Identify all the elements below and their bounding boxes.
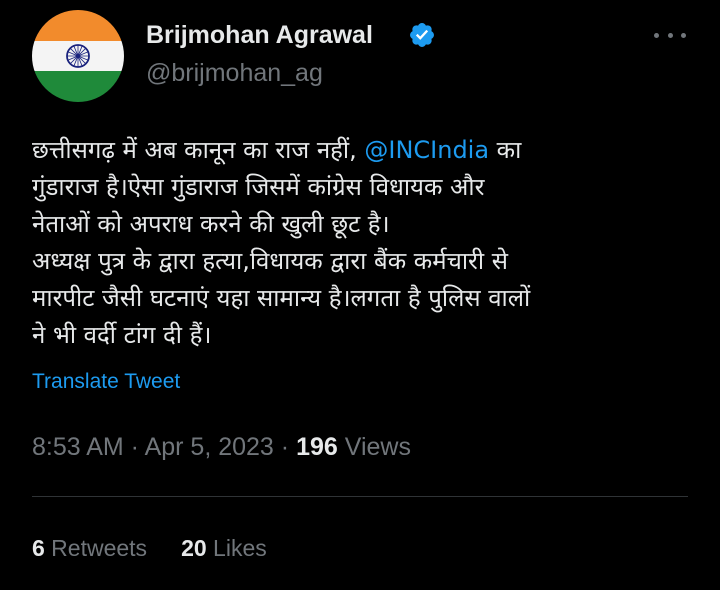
display-name[interactable]: Brijmohan Agrawal (146, 20, 373, 50)
more-options-icon[interactable] (650, 22, 690, 48)
divider (32, 496, 688, 497)
tweet-text: छत्तीसगढ़ में अब कानून का राज नहीं, @INC… (32, 132, 692, 354)
tweet-line: गुंडाराज है।ऐसा गुंडाराज जिसमें कांग्रेस… (32, 173, 485, 201)
tweet-text-segment: का (489, 136, 522, 164)
dot (667, 32, 673, 38)
avatar[interactable] (32, 10, 124, 102)
mention-link[interactable]: @INCIndia (364, 136, 489, 164)
likes-label: Likes (206, 535, 267, 561)
india-flag-avatar (32, 10, 124, 102)
retweets-label: Retweets (44, 535, 148, 561)
tweet-time[interactable]: 8:53 AM (32, 433, 124, 461)
retweets-link[interactable]: 6 Retweets (32, 535, 147, 561)
views-label: Views (337, 433, 411, 461)
meta-separator: · (123, 433, 145, 461)
likes-count: 20 (181, 535, 207, 561)
tweet-line: अध्यक्ष पुत्र के द्वारा हत्या,विधायक द्व… (32, 247, 508, 275)
meta-separator: · (273, 433, 297, 461)
tweet-text-segment: छत्तीसगढ़ में अब कानून का राज नहीं, (32, 136, 365, 164)
retweets-count: 6 (32, 535, 45, 561)
tweet-line: छत्तीसगढ़ में अब कानून का राज नहीं, @INC… (32, 132, 692, 169)
likes-link[interactable]: 20 Likes (181, 535, 267, 561)
handle[interactable]: @brijmohan_ag (146, 58, 323, 88)
verified-badge-icon (410, 23, 434, 47)
engagement-stats: 6 Retweets 20 Likes (32, 532, 267, 564)
tweet-line: ने भी वर्दी टांग दी हैं। (32, 321, 212, 349)
tweet-meta: 8:53 AM · Apr 5, 2023 · 196 Views (32, 431, 411, 463)
tweet-line: नेताओं को अपराध करने की खुली छूट है। (32, 210, 390, 238)
tweet-line: मारपीट जैसी घटनाएं यहा सामान्य है।लगता ह… (32, 284, 531, 312)
dot (654, 32, 659, 38)
tweet-date[interactable]: Apr 5, 2023 (145, 433, 274, 461)
dot (681, 32, 686, 38)
translate-tweet-link[interactable]: Translate Tweet (32, 368, 180, 396)
views-count: 196 (296, 433, 338, 461)
